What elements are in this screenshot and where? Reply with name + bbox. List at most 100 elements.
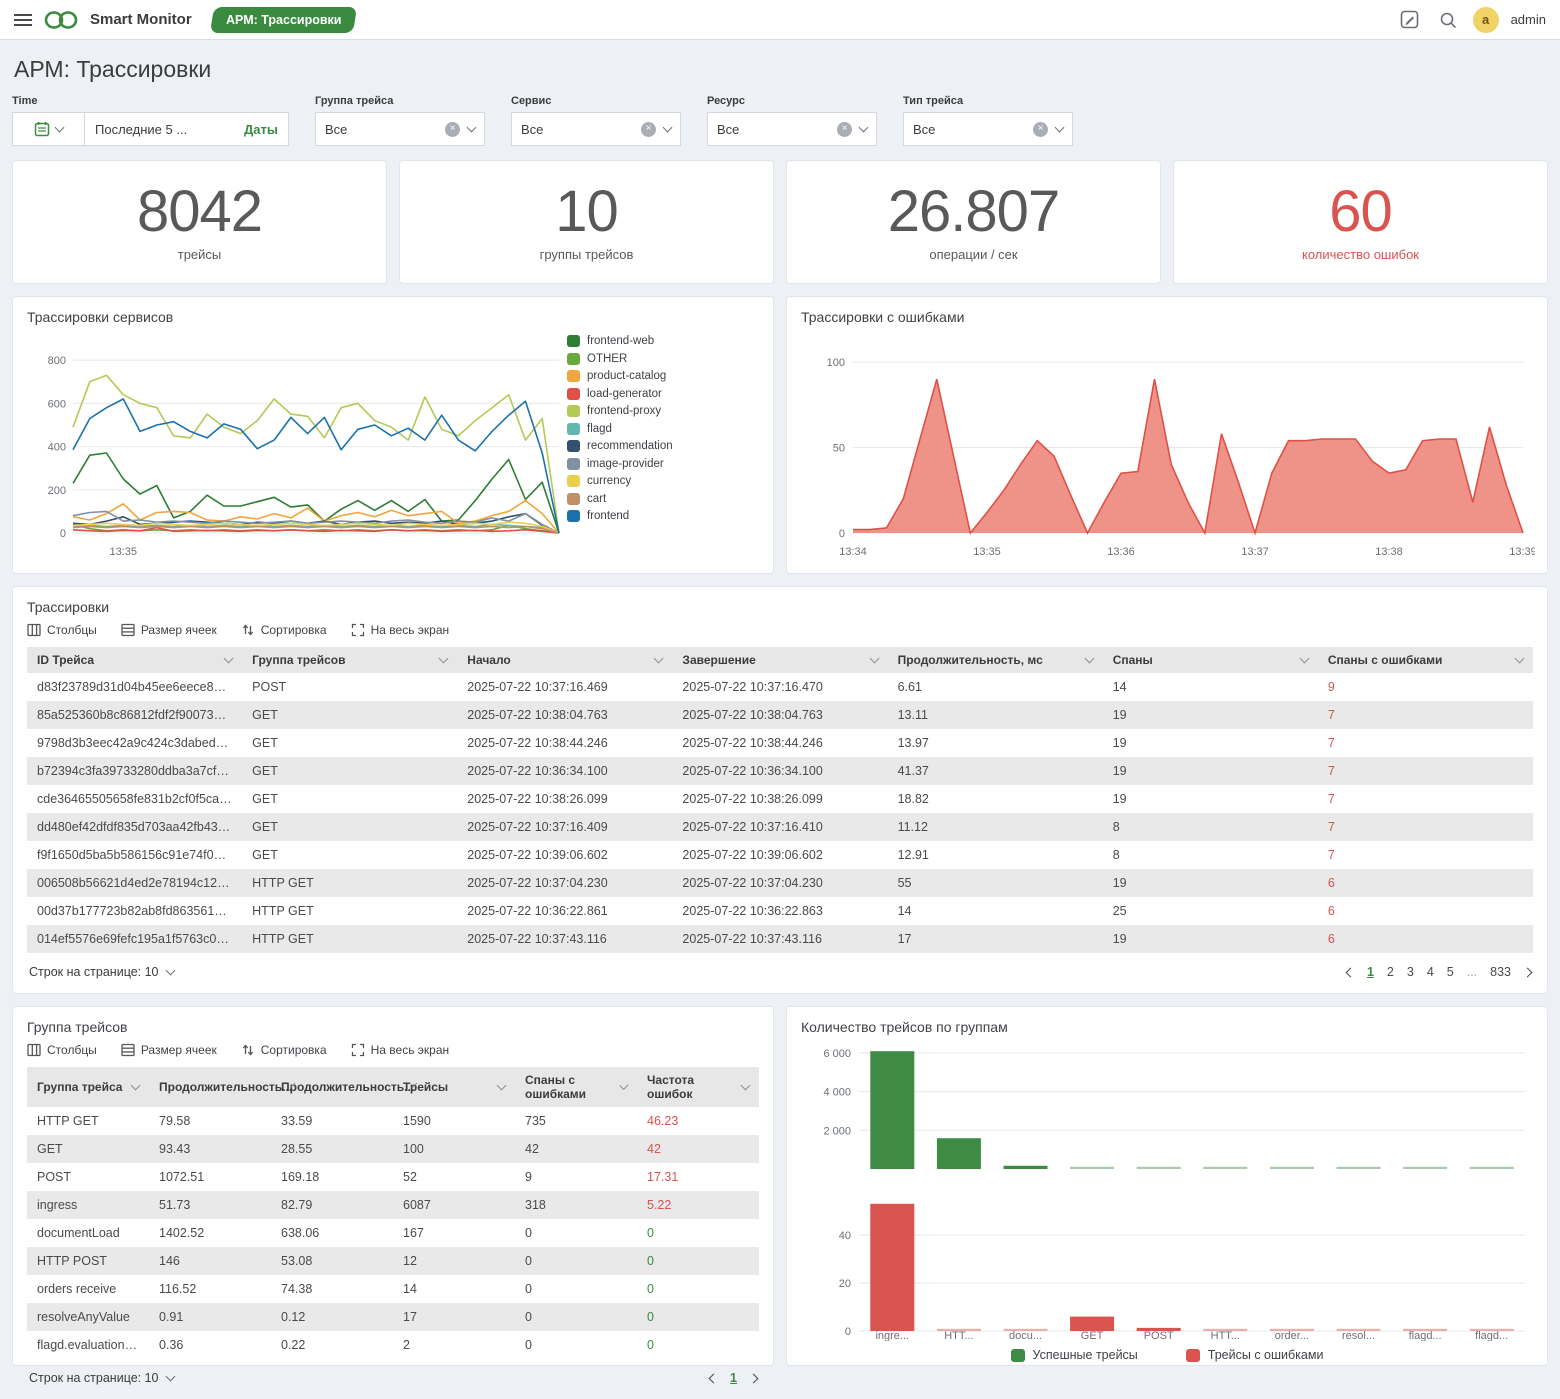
bar[interactable]: [1203, 1166, 1248, 1169]
rows-per-page[interactable]: Строк на странице: 10: [29, 965, 175, 979]
table-row[interactable]: 85a525360b8c86812fdf2f9007346b4a GET 2025-…: [27, 701, 1533, 729]
table-cell: 0: [647, 1338, 654, 1352]
column-header[interactable]: Спаны с ошибками: [1317, 647, 1533, 673]
bar[interactable]: [870, 1203, 915, 1331]
legend-item[interactable]: frontend: [567, 510, 743, 522]
fullscreen-button[interactable]: На весь экран: [351, 623, 449, 637]
table-cell: 7: [1327, 848, 1335, 862]
rows-per-page[interactable]: Строк на странице: 10: [29, 1371, 175, 1385]
cell-size-button[interactable]: Размер ячеек: [121, 1043, 217, 1057]
column-header[interactable]: Завершение: [672, 647, 888, 673]
legend-item[interactable]: frontend-web: [567, 335, 743, 347]
table-row[interactable]: b72394c3fa39733280ddba3a7cf8a3e1 GET 2025-…: [27, 757, 1533, 785]
clear-icon[interactable]: ×: [445, 121, 460, 137]
svg-text:100: 100: [827, 357, 845, 369]
table-row[interactable]: f9f1650d5ba5b586156c91e74f0e1e04 GET 2025-…: [27, 841, 1533, 869]
table-cell: 33.59: [281, 1114, 313, 1128]
page-number[interactable]: 1: [730, 1371, 737, 1385]
legend-item[interactable]: cart: [567, 492, 743, 505]
resource-select[interactable]: Все ×: [707, 112, 877, 146]
bar[interactable]: [1269, 1166, 1314, 1169]
page-number[interactable]: 833: [1490, 965, 1511, 979]
table-row[interactable]: 006508b56621d4ed2e78194c1206a24d HTTP GET…: [27, 869, 1533, 897]
table-row[interactable]: orders receive 116.52 74.38 14 0 0: [27, 1275, 759, 1303]
time-range-value[interactable]: Последние 5 ... Даты: [84, 112, 289, 146]
table-row[interactable]: cde36465505658fe831b2cf0f5ca66a0 GET 2025-…: [27, 785, 1533, 813]
page-number[interactable]: 4: [1427, 965, 1434, 979]
table-row[interactable]: 00d37b177723b82ab8fd8635617ad0d5 HTTP GET…: [27, 897, 1533, 925]
table-row[interactable]: resolveAnyValue 0.91 0.12 17 0 0: [27, 1303, 759, 1331]
column-header[interactable]: Продолжительность...: [149, 1067, 296, 1107]
legend-item[interactable]: load-generator: [567, 387, 743, 400]
sort-button[interactable]: Сортировка: [241, 623, 327, 637]
bar[interactable]: [1070, 1316, 1115, 1331]
legend-item[interactable]: currency: [567, 475, 743, 487]
prev-page-icon[interactable]: [708, 1373, 719, 1383]
sort-button[interactable]: Сортировка: [241, 1043, 327, 1057]
table-row[interactable]: GET 93.43 28.55 100 42 42: [27, 1135, 759, 1163]
columns-button[interactable]: Столбцы: [27, 1043, 97, 1057]
column-header[interactable]: Спаны: [1102, 647, 1318, 673]
page-number[interactable]: 5: [1447, 965, 1454, 979]
dates-link[interactable]: Даты: [244, 122, 278, 137]
column-header[interactable]: Начало: [457, 647, 673, 673]
table-row[interactable]: 9798d3b3eec42a9c424c3dabedc15fe6 GET 2025-…: [27, 729, 1533, 757]
table-cell: 2025-07-22 10:38:26.099: [682, 792, 823, 806]
clear-icon[interactable]: ×: [641, 121, 656, 137]
table-cell: 014ef5576e69fefc195a1f5763c03cd2: [37, 932, 243, 946]
trace-type-select[interactable]: Все ×: [903, 112, 1073, 146]
table-row[interactable]: d83f23789d31d04b45ee6eece8a5dcc6 POST 2025…: [27, 673, 1533, 701]
table-row[interactable]: HTTP GET 79.58 33.59 1590 735 46.23: [27, 1107, 759, 1135]
bar[interactable]: [1469, 1166, 1514, 1169]
menu-icon[interactable]: [14, 11, 32, 29]
username[interactable]: admin: [1511, 12, 1546, 27]
bar[interactable]: [1336, 1166, 1381, 1169]
page-number[interactable]: 3: [1407, 965, 1414, 979]
cell-size-button[interactable]: Размер ячеек: [121, 623, 217, 637]
table-row[interactable]: HTTP POST 146 53.08 12 0 0: [27, 1247, 759, 1275]
workspace-badge[interactable]: АРМ: Трассировки: [209, 6, 358, 33]
table-row[interactable]: POST 1072.51 169.18 52 9 17.31: [27, 1163, 759, 1191]
column-header[interactable]: Продолжительность, мс: [887, 647, 1103, 673]
bar[interactable]: [1003, 1165, 1048, 1169]
bar[interactable]: [936, 1138, 981, 1169]
column-header[interactable]: Группа трейсов: [242, 647, 458, 673]
next-page-icon[interactable]: [748, 1373, 759, 1383]
legend-item[interactable]: product-catalog: [567, 370, 743, 382]
column-header[interactable]: Частота ошибок: [637, 1067, 759, 1107]
bar[interactable]: [870, 1051, 915, 1169]
search-button[interactable]: [1435, 7, 1461, 33]
next-page-icon[interactable]: [1522, 967, 1533, 977]
legend-item[interactable]: recommendation: [567, 440, 743, 452]
bar[interactable]: [1070, 1166, 1115, 1169]
clear-icon[interactable]: ×: [837, 121, 852, 137]
edit-dashboard-button[interactable]: [1397, 7, 1423, 33]
legend-item[interactable]: OTHER: [567, 352, 743, 365]
bar[interactable]: [1136, 1166, 1181, 1169]
prev-page-icon[interactable]: [1345, 967, 1356, 977]
column-header[interactable]: ID Трейса: [27, 647, 243, 673]
column-header[interactable]: Группа трейса: [27, 1067, 149, 1107]
table-row[interactable]: documentLoad 1402.52 638.06 167 0 0: [27, 1219, 759, 1247]
legend-item[interactable]: flagd: [567, 422, 743, 435]
table-row[interactable]: 014ef5576e69fefc195a1f5763c03cd2 HTTP GET…: [27, 925, 1533, 953]
table-row[interactable]: dd480ef42dfdf835d703aa42fb43eec1 GET 2025-…: [27, 813, 1533, 841]
legend-item[interactable]: Успешные трейсы: [1010, 1348, 1138, 1362]
page-number[interactable]: 2: [1387, 965, 1394, 979]
bar[interactable]: [1403, 1166, 1448, 1169]
column-header[interactable]: Спаны с ошибками: [515, 1067, 637, 1107]
calendar-button[interactable]: [12, 112, 84, 146]
service-select[interactable]: Все ×: [511, 112, 681, 146]
fullscreen-button[interactable]: На весь экран: [351, 1043, 449, 1057]
table-row[interactable]: flagd.evaluation.v1.Servic 0.36 0.22 2 0 0: [27, 1331, 759, 1359]
legend-item[interactable]: frontend-proxy: [567, 405, 743, 417]
avatar[interactable]: a: [1472, 6, 1499, 33]
table-row[interactable]: ingress 51.73 82.79 6087 318 5.22: [27, 1191, 759, 1219]
legend-item[interactable]: Трейсы с ошибками: [1185, 1348, 1323, 1362]
table-cell: 0: [525, 1282, 532, 1296]
trace-group-select[interactable]: Все ×: [315, 112, 485, 146]
page-number[interactable]: 1: [1367, 965, 1374, 979]
columns-button[interactable]: Столбцы: [27, 623, 97, 637]
clear-icon[interactable]: ×: [1033, 121, 1048, 137]
legend-item[interactable]: image-provider: [567, 457, 743, 470]
